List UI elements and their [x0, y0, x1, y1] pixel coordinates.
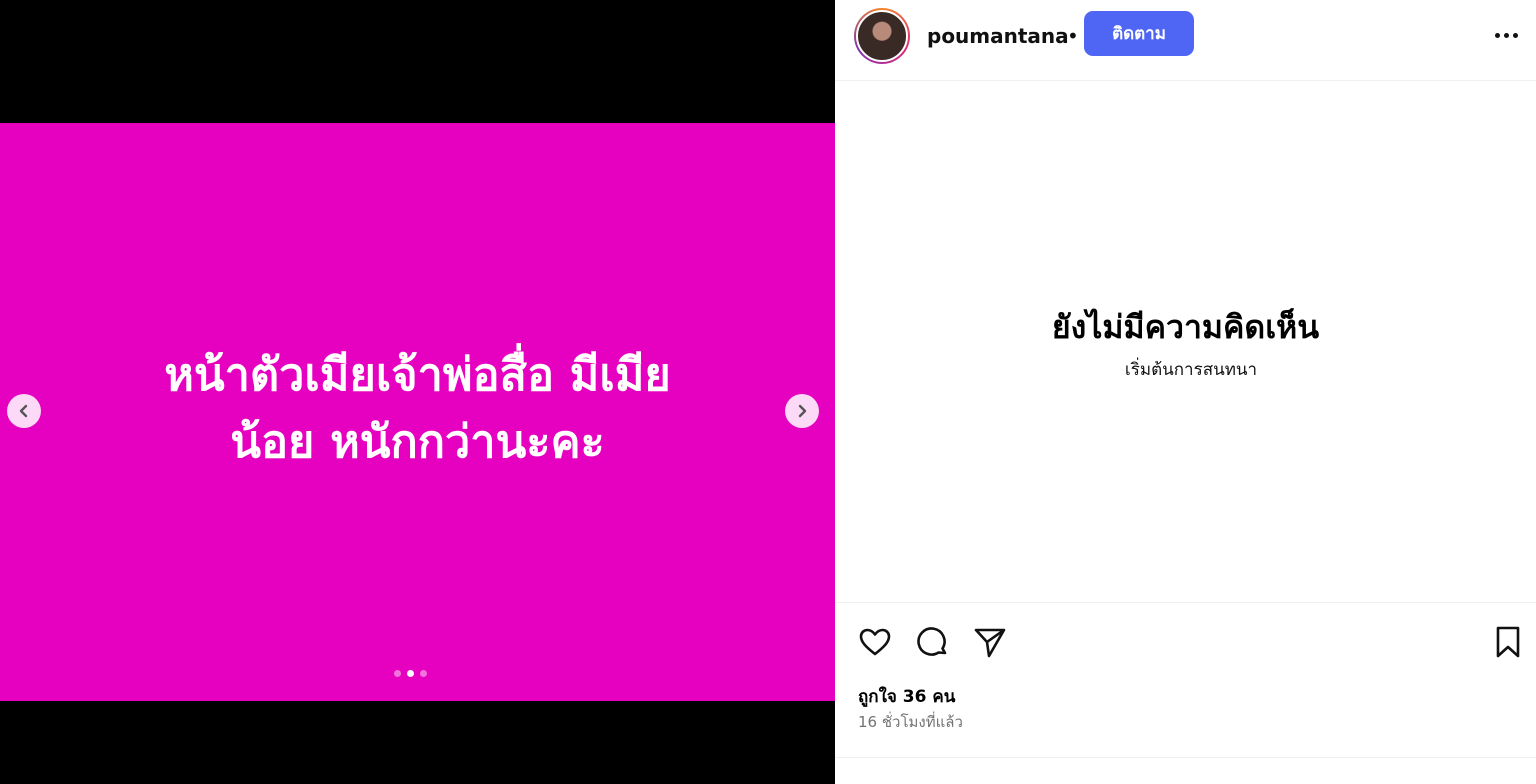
paper-plane-icon — [974, 628, 1006, 658]
carousel-dot-active — [407, 670, 414, 677]
heart-icon — [859, 628, 891, 656]
more-dot — [1503, 32, 1509, 38]
chevron-right-icon — [798, 404, 807, 418]
bookmark-icon — [1496, 626, 1520, 658]
start-conversation-text: เริ่มต้นการสนทนา — [1124, 360, 1258, 380]
no-comments-title: ยังไม่มีความคิดเห็น — [1051, 308, 1320, 346]
more-options-button[interactable] — [1487, 20, 1525, 50]
carousel-dot — [420, 670, 427, 677]
comment-button[interactable] — [914, 623, 952, 661]
more-horizontal-icon — [1494, 32, 1500, 38]
more-dot — [1512, 32, 1518, 38]
likes-count[interactable]: ถูกใจ 36 คน — [858, 683, 955, 710]
carousel-dot — [394, 670, 401, 677]
post-actions: ถูกใจ 36 คน 16 ชั่วโมงที่แล้ว — [835, 602, 1536, 758]
username-link[interactable]: poumantana — [927, 22, 1069, 50]
chevron-left-icon — [19, 404, 28, 418]
follow-button[interactable]: ติดตาม — [1084, 11, 1194, 56]
save-button[interactable] — [1489, 623, 1527, 661]
carousel-next-button[interactable] — [785, 394, 819, 428]
post-media: หน้าตัวเมียเจ้าพ่อสื่อ มีเมีย น้อย หนักก… — [0, 0, 835, 784]
share-button[interactable] — [971, 623, 1009, 661]
avatar-image — [856, 10, 908, 62]
carousel-indicator — [394, 670, 427, 677]
post-timestamp[interactable]: 16 ชั่วโมงที่แล้ว — [858, 710, 963, 734]
carousel-prev-button[interactable] — [7, 394, 41, 428]
avatar[interactable] — [854, 8, 910, 64]
post-header: poumantana • ติดตาม — [835, 0, 1536, 81]
post-side-panel: poumantana • ติดตาม ยังไม่มีความคิดเห็น … — [835, 0, 1536, 784]
slide-text: หน้าตัวเมียเจ้าพ่อสื่อ มีเมีย น้อย หนักก… — [164, 348, 671, 468]
separator-dot: • — [1067, 24, 1079, 48]
like-button[interactable] — [856, 623, 894, 661]
carousel-slide[interactable]: หน้าตัวเมียเจ้าพ่อสื่อ มีเมีย น้อย หนักก… — [0, 123, 835, 701]
comment-icon — [917, 627, 947, 656]
